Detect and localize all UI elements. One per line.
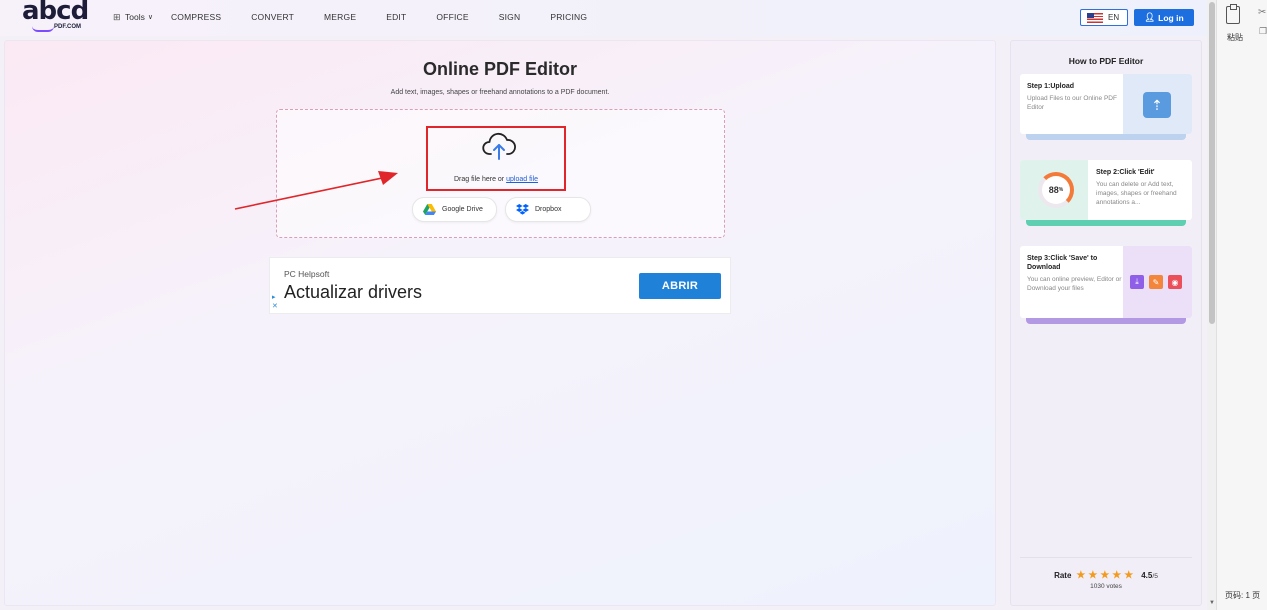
upload-icon: ⇡ [1143, 92, 1171, 118]
step-2-illustration: 88% [1020, 160, 1088, 220]
progress-gauge-icon: 88% [1038, 172, 1074, 208]
step-card-edit: 88% Step 2:Click 'Edit' You can delete o… [1020, 160, 1192, 226]
chevron-down-icon: ∨ [147, 14, 153, 21]
drag-text: Drag file here or [453, 176, 505, 183]
advertisement[interactable]: PC Helpsoft Actualizar drivers ABRIR ▸ ✕ [269, 257, 731, 314]
clipboard-paste-icon[interactable] [1226, 4, 1240, 24]
rating-value: 4.5 [1141, 571, 1153, 580]
main-menu: ⊞ Tools ∨ COMPRESS CONVERT MERGE EDIT OF… [113, 12, 617, 22]
edit-pen-icon: ✎ [1149, 275, 1163, 289]
upload-file-link[interactable]: upload file [506, 176, 538, 183]
vote-count: 1030 votes [1090, 583, 1122, 590]
dropbox-icon [516, 204, 529, 215]
paste-label[interactable]: 粘贴 [1227, 32, 1243, 43]
nav-office[interactable]: OFFICE [436, 12, 468, 22]
scrollbar-thumb[interactable] [1209, 2, 1215, 324]
nav-merge[interactable]: MERGE [324, 12, 356, 22]
page-number-label: 页码: 1 页 [1225, 591, 1261, 600]
rating-row: Rate ★★★★★ 4.5/5 [1020, 570, 1192, 581]
user-icon: 👤︎ [1144, 12, 1156, 22]
google-drive-icon [423, 204, 436, 215]
login-label: Log in [1158, 12, 1184, 23]
dropbox-button[interactable]: Dropbox [505, 197, 591, 222]
nav-compress[interactable]: COMPRESS [171, 12, 221, 22]
rate-label: Rate [1054, 571, 1072, 580]
nav-sign[interactable]: SIGN [499, 12, 521, 22]
upload-highlight-box: Drag file here or upload file [426, 126, 566, 191]
step-3-desc: You can online preview, Editor or Downlo… [1027, 276, 1122, 292]
step-3-text: Step 3:Click 'Save' to Download You can … [1027, 254, 1123, 293]
tools-menu[interactable]: ⊞ Tools ∨ [113, 12, 153, 22]
google-drive-label: Google Drive [442, 206, 483, 213]
logo-wordmark: abcd [22, 0, 89, 26]
site-logo[interactable]: abcd PDF.COM [22, 0, 89, 34]
scroll-down-icon[interactable]: ▼ [1209, 600, 1215, 606]
us-flag-icon [1087, 12, 1103, 23]
how-to-sidebar: How to PDF Editor Step 1:Upload Upload F… [1010, 40, 1202, 606]
step-1-title: Step 1:Upload [1027, 83, 1075, 90]
grid-icon: ⊞ [113, 11, 121, 22]
drag-instructions: Drag file here or upload file [428, 176, 564, 183]
download-icon: ⤓ [1130, 275, 1144, 289]
main-panel: Online PDF Editor Add text, images, shap… [4, 40, 996, 606]
gauge-unit: % [1058, 186, 1064, 193]
side-app-strip: ✂ ❐ 粘贴 页码: 1 页 [1216, 0, 1267, 610]
top-nav: abcd PDF.COM ⊞ Tools ∨ COMPRESS CONVERT … [0, 0, 1210, 36]
ad-brand: PC Helpsoft [284, 269, 330, 279]
ad-cta-button[interactable]: ABRIR [639, 273, 721, 299]
scissors-icon[interactable]: ✂ [1258, 7, 1266, 18]
step-3-title: Step 3:Click 'Save' to Download [1027, 255, 1098, 271]
annotation-arrow-icon [234, 171, 398, 210]
step-card-save: Step 3:Click 'Save' to Download You can … [1020, 246, 1192, 324]
cloud-upload-icon [482, 133, 516, 160]
step-2-text: Step 2:Click 'Edit' You can delete or Ad… [1096, 168, 1188, 207]
preview-eye-icon: ◉ [1168, 275, 1182, 289]
card-shadow [1026, 134, 1186, 140]
rating-score: 4.5/5 [1141, 571, 1158, 580]
logo-subtext: PDF.COM [54, 24, 81, 30]
nav-convert[interactable]: CONVERT [251, 12, 294, 22]
page-subtitle: Add text, images, shapes or freehand ann… [390, 89, 610, 96]
language-selector[interactable]: EN [1080, 9, 1128, 26]
copy-icon[interactable]: ❐ [1259, 26, 1267, 37]
step-card-upload: Step 1:Upload Upload Files to our Online… [1020, 74, 1192, 140]
language-label: EN [1108, 13, 1120, 22]
logo-swoosh [32, 26, 54, 32]
google-drive-button[interactable]: Google Drive [412, 197, 497, 222]
step-1-desc: Upload Files to our Online PDF Editor [1027, 95, 1117, 111]
adchoices-icon[interactable]: ▸ ✕ [272, 293, 278, 311]
nav-pricing[interactable]: PRICING [550, 12, 587, 22]
card-shadow [1026, 220, 1186, 226]
star-rating-icon[interactable]: ★★★★★ [1076, 570, 1136, 581]
sidebar-title: How to PDF Editor [1068, 56, 1144, 66]
nav-edit[interactable]: EDIT [386, 12, 406, 22]
step-2-title: Step 2:Click 'Edit' [1096, 169, 1155, 176]
step-1-text: Step 1:Upload Upload Files to our Online… [1027, 82, 1123, 112]
rating-widget: Rate ★★★★★ 4.5/5 1030 votes [1020, 557, 1192, 590]
card-shadow [1026, 318, 1186, 324]
gauge-number: 88% [1048, 184, 1064, 195]
step-1-illustration: ⇡ [1123, 74, 1192, 134]
gauge-value: 88 [1048, 184, 1059, 195]
page-title: Online PDF Editor [422, 59, 577, 79]
login-button[interactable]: 👤︎ Log in [1134, 9, 1194, 26]
dropbox-label: Dropbox [535, 206, 562, 213]
step-3-illustration: ⤓ ✎ ◉ [1123, 246, 1192, 318]
step-2-desc: You can delete or Add text, images, shap… [1096, 181, 1177, 206]
rating-max: /5 [1152, 573, 1158, 580]
ad-headline[interactable]: Actualizar drivers [284, 282, 422, 303]
tools-label: Tools [125, 12, 145, 22]
